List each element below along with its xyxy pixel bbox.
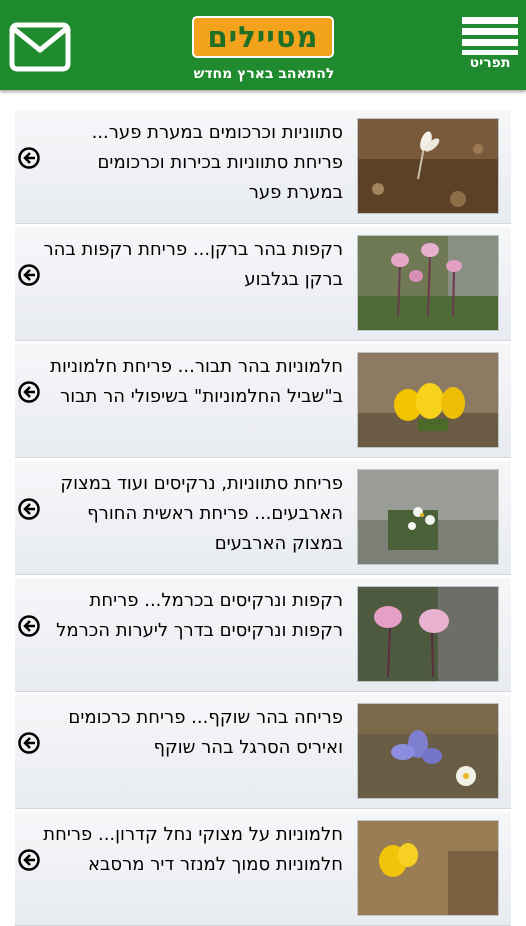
list-item[interactable]: פריחה בהר שוקף... פריחת כרכומים ואיריס ה… [15, 695, 511, 809]
item-thumbnail [357, 820, 499, 916]
logo-tagline: להתאהב בארץ מחדש [193, 66, 335, 82]
menu-label: תפריט [469, 55, 511, 71]
list-item[interactable]: רקפות בהר ברקן... פריחת רקפות בהר ברקן ב… [15, 227, 511, 341]
hamburger-icon [462, 17, 518, 55]
circle-arrow-left-icon[interactable] [18, 498, 40, 520]
item-thumbnail [357, 235, 499, 331]
envelope-icon [9, 22, 71, 72]
list-item[interactable]: סתווניות וכרכומים במערת פער... פריחת סתו… [15, 110, 511, 224]
item-title: פריחה בהר שוקף... פריחת כרכומים ואיריס ה… [68, 707, 343, 758]
circle-arrow-left-icon[interactable] [18, 732, 40, 754]
item-title: סתווניות וכרכומים במערת פער... פריחת סתו… [91, 122, 343, 203]
item-thumbnail [357, 352, 499, 448]
app-logo[interactable]: מטיילים להתאהב בארץ מחדש [190, 14, 338, 88]
item-title: רקפות בהר ברקן... פריחת רקפות בהר ברקן ב… [43, 239, 344, 290]
item-thumbnail [357, 586, 499, 682]
item-title: חלמוניות על מצוקי נחל קדרון... פריחת חלמ… [43, 824, 343, 875]
app-header: מטיילים להתאהב בארץ מחדש תפריט [0, 0, 526, 90]
list-item[interactable]: חלמוניות על מצוקי נחל קדרון... פריחת חלמ… [15, 812, 511, 926]
circle-arrow-left-icon[interactable] [18, 264, 40, 286]
menu-button[interactable]: תפריט [462, 17, 518, 75]
list-item[interactable]: חלמוניות בהר תבור... פריחת חלמוניות ב"שב… [15, 344, 511, 458]
item-thumbnail [357, 469, 499, 565]
circle-arrow-left-icon[interactable] [18, 849, 40, 871]
circle-arrow-left-icon[interactable] [18, 615, 40, 637]
item-title: חלמוניות בהר תבור... פריחת חלמוניות ב"שב… [50, 356, 343, 407]
circle-arrow-left-icon[interactable] [18, 381, 40, 403]
item-title: פריחת סתווניות, נרקיסים ועוד במצוק הארבע… [60, 473, 343, 554]
circle-arrow-left-icon[interactable] [18, 147, 40, 169]
list-item[interactable]: רקפות ונרקיסים בכרמל... פריחת רקפות ונרק… [15, 578, 511, 692]
mail-button[interactable] [9, 22, 71, 72]
logo-text: מטיילים [192, 16, 334, 58]
item-thumbnail [357, 118, 499, 214]
list-item[interactable]: פריחת סתווניות, נרקיסים ועוד במצוק הארבע… [15, 461, 511, 575]
item-thumbnail [357, 703, 499, 799]
item-title: רקפות ונרקיסים בכרמל... פריחת רקפות ונרק… [56, 590, 343, 641]
